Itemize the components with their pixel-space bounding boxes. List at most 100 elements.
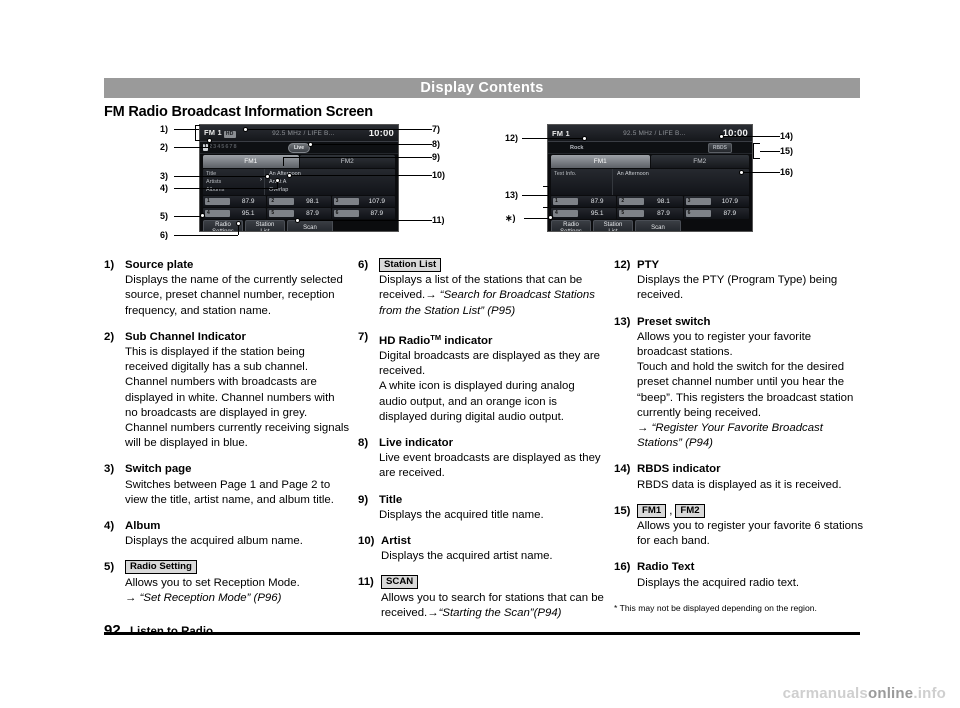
watermark: carmanualsonline.info <box>783 685 946 702</box>
item-16-num: 16) <box>614 561 631 574</box>
preset-button-4-right[interactable]: 4 95.1 <box>551 208 617 219</box>
sub-channel-8[interactable]: 8 <box>233 144 236 151</box>
item-15-num: 15) <box>614 504 631 517</box>
right-preset-grid: 1 87.9 2 98.1 3 107.9 4 95.1 5 87.9 6 87.9 <box>551 196 749 219</box>
right-source-label: FM 1 <box>552 128 570 138</box>
item-12-head: PTY <box>637 259 660 271</box>
item-6-body: Displays a list of the stations that can… <box>379 273 604 319</box>
sub-channel-3[interactable]: 3 <box>213 144 216 151</box>
item-13-ref: “Register Your Favorite Broadcast Statio… <box>637 422 823 450</box>
right-frequency-text: 92.5 MHz / LIFE B... <box>623 129 686 137</box>
display-contents-banner: Display Contents <box>104 78 860 98</box>
sub-channel-7[interactable]: 7 <box>229 144 232 151</box>
left-info-area: Title Artists Albums › An Afternoon Arti… <box>203 169 395 195</box>
callout-6: 6) <box>160 230 169 240</box>
callout-15: 15) <box>780 146 794 156</box>
preset-number-3-right: 3 <box>685 198 711 205</box>
item-13: 13) Preset switch Allows you to register … <box>614 315 864 452</box>
preset-button-5-right[interactable]: 5 87.9 <box>617 208 683 219</box>
preset-button-1[interactable]: 1 87.9 <box>203 196 267 207</box>
station-list-line1-right: Station <box>603 221 623 228</box>
radio-settings-button-right[interactable]: Radio Settings <box>551 220 591 231</box>
scan-button[interactable]: Scan <box>287 220 333 231</box>
marker-4 <box>275 178 280 183</box>
item-2-num: 2) <box>104 330 115 343</box>
scan-button-right[interactable]: Scan <box>635 220 681 231</box>
tab-fm1-right[interactable]: FM1 <box>551 155 650 168</box>
item-10-body: Displays the acquired artist name. <box>381 550 553 563</box>
preset-freq-4-right: 95.1 <box>590 210 604 217</box>
rbds-indicator: RBDS <box>707 142 732 153</box>
right-status-bar: Rock RBDS <box>548 142 752 154</box>
text-info-panel[interactable]: Text Info. <box>551 169 613 195</box>
callout-11: 11) <box>432 215 445 225</box>
lead-14 <box>722 136 780 137</box>
scan-keycap[interactable]: SCAN <box>381 575 419 590</box>
lead-11 <box>298 220 432 221</box>
preset-button-2[interactable]: 2 98.1 <box>267 196 331 207</box>
preset-number-2: 2 <box>269 198 295 205</box>
marker-star <box>548 215 553 220</box>
preset-button-3-right[interactable]: 3 107.9 <box>683 196 749 207</box>
preset-button-4[interactable]: 4 95.1 <box>203 208 267 219</box>
left-button-filler <box>335 220 395 231</box>
right-band-tabs: FM1 FM2 <box>548 154 752 168</box>
station-list-line2: List <box>260 228 270 232</box>
station-list-button[interactable]: Station List <box>245 220 285 232</box>
preset-freq-3-right: 107.9 <box>721 198 738 205</box>
preset-button-6-right[interactable]: 6 87.9 <box>683 208 749 219</box>
preset-button-3[interactable]: 3 107.9 <box>331 196 395 207</box>
item-13-body: Allows you to register your favorite bro… <box>637 330 812 359</box>
item-7-body2: A white icon is displayed during analog … <box>379 380 575 423</box>
item-12: 12) PTY Displays the PTY (Program Type) b… <box>614 258 864 304</box>
preset-button-2-right[interactable]: 2 98.1 <box>617 196 683 207</box>
scan-label: Scan <box>303 225 317 231</box>
fm1-keycap[interactable]: FM1 <box>637 503 667 518</box>
marker-11 <box>295 218 300 223</box>
lead-star <box>524 218 550 219</box>
item-7-body: Digital broadcasts are displayed as they… <box>379 350 600 378</box>
label-artists: Artists <box>206 179 222 185</box>
item-4-body: Displays the acquired album name. <box>125 535 303 548</box>
item-13-arrow: → <box>637 422 649 435</box>
item-8: 8) Live indicator Live event broadcasts a… <box>358 436 604 482</box>
preset-button-5[interactable]: 5 87.9 <box>267 208 331 219</box>
callout-4: 4) <box>160 183 169 193</box>
item-3-num: 3) <box>104 463 115 476</box>
watermark-part-2: online <box>867 685 914 702</box>
callout-9: 9) <box>432 152 441 162</box>
station-list-line1: Station <box>255 221 275 228</box>
pty-indicator: Rock <box>570 144 584 151</box>
fm2-keycap[interactable]: FM2 <box>675 503 705 518</box>
item-16-body: Displays the acquired radio text. <box>637 576 800 589</box>
station-list-button-right[interactable]: Station List <box>593 220 633 231</box>
fm-radio-screen-rbds: FM 1 92.5 MHz / LIFE B... 10:00 Rock RBD… <box>547 124 753 232</box>
callout-3: 3) <box>160 171 169 181</box>
item-7-trademark: TM <box>430 332 442 342</box>
footer-divider <box>104 632 860 635</box>
lead-9v <box>283 157 284 166</box>
value-album: Overlap <box>269 187 289 193</box>
item-1-head: Source plate <box>125 259 194 271</box>
station-list-keycap[interactable]: Station List <box>379 258 442 272</box>
marker-14 <box>719 134 724 139</box>
sub-channel-4[interactable]: 4 <box>217 144 220 151</box>
item-1-num: 1) <box>104 259 115 271</box>
preset-freq-2-right: 98.1 <box>657 198 670 205</box>
sub-channel-5[interactable]: 5 <box>221 144 224 151</box>
item-9-num: 9) <box>358 493 369 506</box>
fm-radio-screen-hd: FM 1HD 92.5 MHz / LIFE B... 10:00 1 2 3 … <box>199 124 399 232</box>
item-8-num: 8) <box>358 437 369 450</box>
item-16: 16) Radio Text Displays the acquired radi… <box>614 560 864 590</box>
switch-page-panel[interactable]: Title Artists Albums › <box>203 169 265 195</box>
item-4-head: Album <box>125 520 161 533</box>
lead-2 <box>174 147 209 148</box>
hd-radio-icon: HD <box>223 131 236 138</box>
preset-button-6[interactable]: 6 87.9 <box>331 208 395 219</box>
sub-channel-6[interactable]: 6 <box>225 144 228 151</box>
item-9: 9) Title Displays the acquired title name… <box>358 493 604 523</box>
lead-6 <box>174 235 238 236</box>
preset-button-1-right[interactable]: 1 87.9 <box>551 196 617 207</box>
tab-fm2-right[interactable]: FM2 <box>650 155 749 168</box>
radio-setting-keycap[interactable]: Radio Setting <box>125 560 197 575</box>
